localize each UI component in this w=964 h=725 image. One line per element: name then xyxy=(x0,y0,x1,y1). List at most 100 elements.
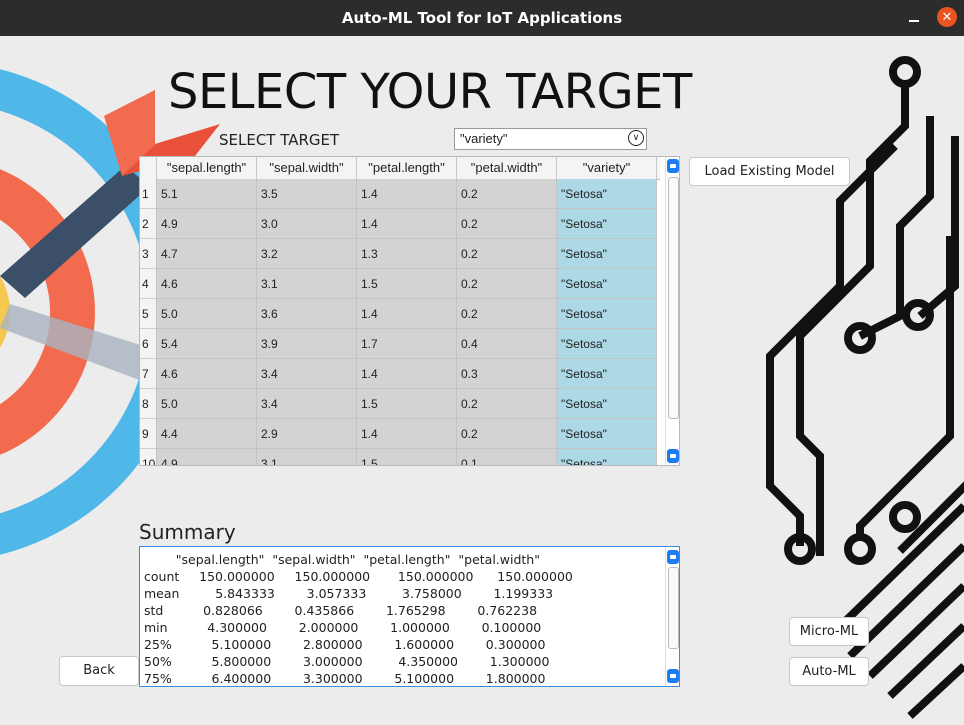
back-button[interactable]: Back xyxy=(59,656,139,686)
table-cell[interactable]: "Setosa" xyxy=(557,179,657,209)
table-cell[interactable]: 3.4 xyxy=(257,389,357,419)
scroll-down-icon[interactable] xyxy=(667,669,679,683)
summary-line: count 150.000000 150.000000 150.000000 1… xyxy=(144,569,573,584)
table-cell[interactable]: 1.4 xyxy=(357,419,457,449)
row-number: 9 xyxy=(140,419,157,449)
table-cell[interactable]: "Setosa" xyxy=(557,299,657,329)
table-cell[interactable]: "Setosa" xyxy=(557,389,657,419)
column-header[interactable]: "petal.length" xyxy=(357,157,457,179)
page-title: SELECT YOUR TARGET xyxy=(168,64,692,120)
table-cell[interactable]: 4.4 xyxy=(157,419,257,449)
data-table[interactable]: "sepal.length" "sepal.width" "petal.leng… xyxy=(139,156,680,466)
table-cell[interactable]: "Setosa" xyxy=(557,449,657,465)
table-cell[interactable]: 1.5 xyxy=(357,389,457,419)
target-select-value: "variety" xyxy=(460,131,508,146)
table-cell[interactable]: 4.9 xyxy=(157,449,257,465)
table-cell[interactable]: 1.4 xyxy=(357,179,457,209)
window-title: Auto-ML Tool for IoT Applications xyxy=(341,9,623,27)
table-cell[interactable]: 5.1 xyxy=(157,179,257,209)
table-cell[interactable]: 2.9 xyxy=(257,419,357,449)
table-header: "sepal.length" "sepal.width" "petal.leng… xyxy=(140,157,660,180)
table-cell[interactable]: "Setosa" xyxy=(557,419,657,449)
scroll-down-icon[interactable] xyxy=(667,449,679,463)
column-header[interactable]: "petal.width" xyxy=(457,157,557,179)
table-cell[interactable]: 0.3 xyxy=(457,359,557,389)
table-cell[interactable]: 4.9 xyxy=(157,209,257,239)
table-cell[interactable]: "Setosa" xyxy=(557,329,657,359)
table-cell[interactable]: 0.2 xyxy=(457,239,557,269)
table-cell[interactable]: 4.7 xyxy=(157,239,257,269)
table-cell[interactable]: 0.2 xyxy=(457,209,557,239)
summary-line: min 4.300000 2.000000 1.000000 0.100000 xyxy=(144,620,542,635)
row-number: 3 xyxy=(140,239,157,269)
table-cell[interactable]: 5.0 xyxy=(157,389,257,419)
table-row[interactable]: 7 4.6 3.4 1.4 0.3 "Setosa" xyxy=(140,359,660,389)
scroll-thumb[interactable] xyxy=(668,567,679,649)
table-cell[interactable]: "Setosa" xyxy=(557,239,657,269)
summary-line: 75% 6.400000 3.300000 5.100000 1.800000 xyxy=(144,671,546,686)
close-button[interactable]: ✕ xyxy=(937,7,957,27)
title-bar: Auto-ML Tool for IoT Applications ✕ xyxy=(0,0,964,36)
table-cell[interactable]: 1.4 xyxy=(357,299,457,329)
table-cell[interactable]: 1.7 xyxy=(357,329,457,359)
summary-line: mean 5.843333 3.057333 3.758000 1.199333 xyxy=(144,586,554,601)
load-existing-model-button[interactable]: Load Existing Model xyxy=(689,157,850,186)
table-row[interactable]: 2 4.9 3.0 1.4 0.2 "Setosa" xyxy=(140,209,660,239)
summary-line: 50% 5.800000 3.000000 4.350000 1.300000 xyxy=(144,654,550,669)
table-cell[interactable]: 3.1 xyxy=(257,449,357,465)
table-cell[interactable]: 1.4 xyxy=(357,359,457,389)
table-cell[interactable]: 3.0 xyxy=(257,209,357,239)
table-cell[interactable]: 3.4 xyxy=(257,359,357,389)
table-row[interactable]: 3 4.7 3.2 1.3 0.2 "Setosa" xyxy=(140,239,660,269)
table-row[interactable]: 1 5.1 3.5 1.4 0.2 "Setosa" xyxy=(140,179,660,209)
table-row[interactable]: 10 4.9 3.1 1.5 0.1 "Setosa" xyxy=(140,449,660,465)
table-cell[interactable]: 1.5 xyxy=(357,449,457,465)
table-cell[interactable]: "Setosa" xyxy=(557,359,657,389)
table-cell[interactable]: 4.6 xyxy=(157,269,257,299)
table-cell[interactable]: 3.2 xyxy=(257,239,357,269)
row-number: 1 xyxy=(140,179,157,209)
table-cell[interactable]: 0.4 xyxy=(457,329,557,359)
row-number: 2 xyxy=(140,209,157,239)
table-cell[interactable]: 4.6 xyxy=(157,359,257,389)
summary-textarea[interactable]: "sepal.length" "sepal.width" "petal.leng… xyxy=(139,546,680,687)
table-cell[interactable]: "Setosa" xyxy=(557,269,657,299)
column-header[interactable]: "variety" xyxy=(557,157,657,179)
chevron-down-icon: ∨ xyxy=(628,130,644,146)
table-cell[interactable]: "Setosa" xyxy=(557,209,657,239)
table-cell[interactable]: 0.1 xyxy=(457,449,557,465)
table-cell[interactable]: 0.2 xyxy=(457,299,557,329)
table-cell[interactable]: 5.4 xyxy=(157,329,257,359)
table-cell[interactable]: 3.1 xyxy=(257,269,357,299)
minimize-button[interactable] xyxy=(906,8,922,26)
row-number: 10 xyxy=(140,449,157,465)
table-cell[interactable]: 0.2 xyxy=(457,269,557,299)
table-row[interactable]: 8 5.0 3.4 1.5 0.2 "Setosa" xyxy=(140,389,660,419)
table-cell[interactable]: 1.3 xyxy=(357,239,457,269)
micro-ml-button[interactable]: Micro-ML xyxy=(789,617,869,646)
table-scrollbar[interactable] xyxy=(665,157,679,465)
scroll-thumb[interactable] xyxy=(668,177,679,419)
column-header[interactable]: "sepal.length" xyxy=(157,157,257,179)
table-cell[interactable]: 5.0 xyxy=(157,299,257,329)
table-row[interactable]: 6 5.4 3.9 1.7 0.4 "Setosa" xyxy=(140,329,660,359)
table-cell[interactable]: 1.4 xyxy=(357,209,457,239)
column-header[interactable]: "sepal.width" xyxy=(257,157,357,179)
table-cell[interactable]: 0.2 xyxy=(457,179,557,209)
table-cell[interactable]: 3.9 xyxy=(257,329,357,359)
table-row[interactable]: 5 5.0 3.6 1.4 0.2 "Setosa" xyxy=(140,299,660,329)
table-cell[interactable]: 0.2 xyxy=(457,389,557,419)
summary-scrollbar[interactable] xyxy=(665,547,679,686)
table-row[interactable]: 4 4.6 3.1 1.5 0.2 "Setosa" xyxy=(140,269,660,299)
table-cell[interactable]: 3.6 xyxy=(257,299,357,329)
row-number: 5 xyxy=(140,299,157,329)
scroll-up-icon[interactable] xyxy=(667,159,679,173)
summary-line: std 0.828066 0.435866 1.765298 0.762238 xyxy=(144,603,538,618)
table-cell[interactable]: 3.5 xyxy=(257,179,357,209)
table-cell[interactable]: 0.2 xyxy=(457,419,557,449)
table-row[interactable]: 9 4.4 2.9 1.4 0.2 "Setosa" xyxy=(140,419,660,449)
scroll-up-icon[interactable] xyxy=(667,550,679,564)
auto-ml-button[interactable]: Auto-ML xyxy=(789,657,869,686)
target-select[interactable]: "variety" ∨ xyxy=(454,128,647,150)
table-cell[interactable]: 1.5 xyxy=(357,269,457,299)
